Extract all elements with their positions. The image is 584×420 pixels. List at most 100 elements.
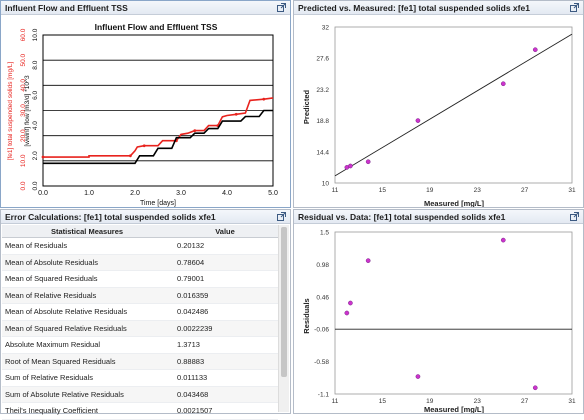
statistics-table: Statistical Measures Value Mean of Resid… <box>2 225 278 420</box>
x-tick-label: 1.0 <box>84 190 94 197</box>
y-tick-label: 32 <box>322 25 330 32</box>
y-tick-label-right: 6.0 <box>32 91 39 100</box>
y-tick-label-left: 0.0 <box>20 181 27 190</box>
measure-name-cell: Mean of Absolute Residuals <box>2 254 172 271</box>
y-tick-label-right: 10.0 <box>32 28 39 41</box>
measure-name-cell: Sum of Relative Residuals <box>2 369 172 387</box>
x-tick-label: 27 <box>521 398 529 405</box>
residual-point[interactable] <box>415 374 421 379</box>
y-axis-label: Predicted <box>302 89 311 124</box>
residual-point[interactable] <box>348 300 353 306</box>
x-tick-label: 0.0 <box>38 190 48 197</box>
popout-icon[interactable] <box>570 212 579 221</box>
column-header-measure[interactable]: Statistical Measures <box>2 225 172 238</box>
table-row[interactable]: Mean of Squared Relative Residuals 0.0022… <box>2 320 278 337</box>
x-tick-label: 11 <box>332 398 339 405</box>
y-tick-label: 18.8 <box>316 118 329 125</box>
y-tick-label-left: 60.0 <box>20 28 27 41</box>
y-tick-label: 14.4 <box>316 149 329 156</box>
measure-name-cell: Root of Mean Squared Residuals <box>2 353 172 370</box>
x-axis-label: Measured [mg/L] <box>424 199 485 207</box>
table-row[interactable]: Sum of Relative Residuals 0.011133 <box>2 369 278 387</box>
column-header-value[interactable]: Value <box>172 225 278 238</box>
measure-name-cell: Mean of Absolute Relative Residuals <box>2 303 172 321</box>
chart-title: Influent Flow and Effluent TSS <box>95 22 218 32</box>
y-tick-label: 27.6 <box>316 56 329 63</box>
residual-point[interactable] <box>532 385 538 391</box>
x-tick-label: 23 <box>474 187 482 194</box>
measure-name-cell: Mean of Squared Residuals <box>2 270 172 288</box>
table-row[interactable]: Mean of Residuals 0.20132 <box>2 237 278 255</box>
table-row[interactable]: Mean of Absolute Residuals 0.78604 <box>2 254 278 271</box>
x-tick-label: 15 <box>379 398 387 405</box>
residual-point[interactable] <box>365 258 371 264</box>
scrollbar-thumb[interactable] <box>281 227 287 377</box>
flow-series-line <box>43 109 273 165</box>
tss-point <box>129 154 132 158</box>
panel-header: Error Calculations: [fe1] total suspende… <box>1 210 290 224</box>
table-row[interactable]: Sum of Absolute Relative Residuals 0.0434… <box>2 386 278 403</box>
error-calculations-panel: Error Calculations: [fe1] total suspende… <box>0 209 291 420</box>
y-tick-label-left: 50.0 <box>20 53 27 66</box>
measure-value-cell: 0.88883 <box>172 353 278 370</box>
table-row[interactable]: Mean of Squared Residuals 0.79001 <box>2 270 278 288</box>
tss-point <box>41 155 45 159</box>
measure-value-cell: 0.78604 <box>172 254 278 271</box>
table-row[interactable]: Theil's Inequality Coefficient 0.0021507 <box>2 402 278 420</box>
data-point[interactable] <box>500 81 506 87</box>
y-axis-label-flow: [wwinf] flow [m3/d] *10^3 <box>24 75 31 147</box>
popout-icon[interactable] <box>570 3 579 12</box>
residual-vs-data-panel: Residual vs. Data: [fe1] total suspended… <box>293 209 584 414</box>
x-axis-label: Measured [mg/L] <box>424 405 485 413</box>
tss-point <box>234 112 238 116</box>
measure-value-cell: 0.79001 <box>172 270 278 288</box>
x-tick-label: 31 <box>568 398 576 405</box>
x-tick-label: 11 <box>332 187 339 194</box>
panel-header: Influent Flow and Effluent TSS <box>1 1 290 15</box>
data-point[interactable] <box>532 47 538 53</box>
measure-value-cell: 0.011133 <box>172 369 278 387</box>
popout-icon[interactable] <box>277 212 286 221</box>
panel-title: Residual vs. Data: [fe1] total suspended… <box>298 212 506 222</box>
y-axis-label-tss: [fe1] total suspended solids [mg/L] <box>7 61 14 160</box>
x-tick-label: 15 <box>379 187 387 194</box>
residual-point[interactable] <box>344 310 350 316</box>
measure-name-cell: Sum of Absolute Relative Residuals <box>2 386 172 403</box>
data-point[interactable] <box>415 118 421 123</box>
y-tick-label: 10 <box>322 181 330 188</box>
panel-header: Residual vs. Data: [fe1] total suspended… <box>294 210 583 224</box>
table-row[interactable]: Absolute Maximum Residual 1.3713 <box>2 336 278 354</box>
measure-name-cell: Mean of Squared Relative Residuals <box>2 320 172 337</box>
x-tick-label: 3.0 <box>176 190 186 197</box>
residual-point[interactable] <box>500 237 506 243</box>
table-row[interactable]: Mean of Absolute Relative Residuals 0.042… <box>2 303 278 321</box>
y-tick-label: 23.2 <box>316 87 329 94</box>
measure-value-cell: 0.043468 <box>172 386 278 403</box>
y-tick-label: 1.5 <box>320 230 329 237</box>
measure-value-cell: 0.20132 <box>172 237 278 255</box>
table-row[interactable]: Mean of Relative Residuals 0.016359 <box>2 287 278 304</box>
y-tick-label: -0.06 <box>314 327 329 334</box>
plot-area <box>334 231 573 395</box>
x-axis-label: Time [days] <box>140 200 176 207</box>
predicted-vs-measured-panel: Predicted vs. Measured: [fe1] total susp… <box>293 0 584 208</box>
vertical-scrollbar[interactable] <box>278 225 289 412</box>
y-tick-label-right: 8.0 <box>32 60 39 69</box>
x-tick-label: 4.0 <box>222 190 232 197</box>
popout-icon[interactable] <box>277 3 286 12</box>
tss-point <box>262 97 266 101</box>
y-tick-label-right: 4.0 <box>32 121 39 130</box>
y-tick-label: 0.98 <box>316 262 329 269</box>
measure-name-cell: Mean of Relative Residuals <box>2 287 172 304</box>
y-tick-label-left: 10.0 <box>20 154 27 167</box>
measure-value-cell: 0.016359 <box>172 287 278 304</box>
table-row[interactable]: Root of Mean Squared Residuals 0.88883 <box>2 353 278 370</box>
x-tick-label: 2.0 <box>130 190 140 197</box>
panel-header: Predicted vs. Measured: [fe1] total susp… <box>294 1 583 15</box>
tss-flow-chart: Influent Flow and Effluent TSS 0.010.020… <box>7 22 278 207</box>
panel-title: Error Calculations: [fe1] total suspende… <box>5 212 216 222</box>
data-point[interactable] <box>348 163 353 169</box>
measure-value-cell: 0.0021507 <box>172 402 278 420</box>
identity-line <box>334 33 573 177</box>
data-point[interactable] <box>365 159 371 165</box>
